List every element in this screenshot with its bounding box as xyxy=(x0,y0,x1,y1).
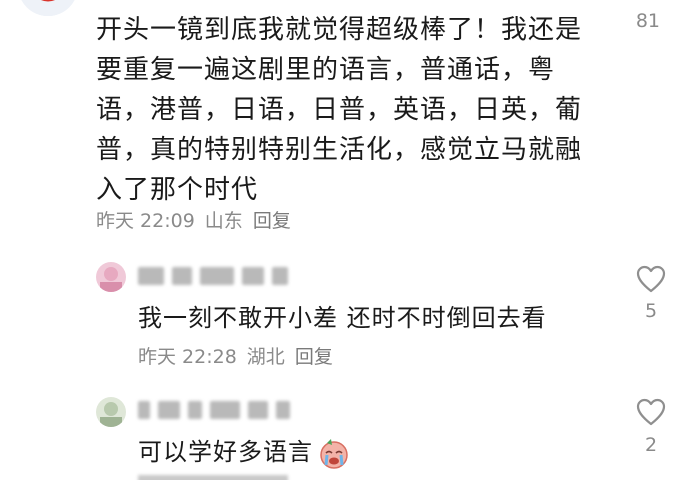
reply-button[interactable]: 回复 xyxy=(253,210,291,232)
reply-button[interactable]: 回复 xyxy=(295,346,333,368)
reply-text-content: 可以学好多语言 xyxy=(138,438,313,466)
reply-location: 湖北 xyxy=(246,346,285,368)
commenter-avatar[interactable] xyxy=(18,0,78,16)
reply-avatar[interactable] xyxy=(96,262,126,292)
reply-username-blurred xyxy=(138,397,290,423)
reply-username-blurred xyxy=(138,263,288,289)
reply-avatar[interactable] xyxy=(96,397,126,427)
reply-like-count: 2 xyxy=(644,434,658,456)
heart-outline-icon[interactable] xyxy=(636,265,666,293)
comment-location: 山东 xyxy=(204,210,243,232)
crying-face-emoji-icon xyxy=(317,437,351,469)
reply-text: 可以学好多语言 xyxy=(138,432,351,469)
reply-like-count: 5 xyxy=(644,300,658,322)
main-comment-meta: 昨天 22:09 山东 回复 xyxy=(96,206,301,233)
comment-time: 昨天 22:09 xyxy=(96,210,195,232)
heart-outline-icon[interactable] xyxy=(636,398,666,426)
main-comment-text: 开头一镜到底我就觉得超级棒了！我还是要重复一遍这剧里的语言，普通话，粤语，港普，… xyxy=(96,15,583,205)
reply-text: 我一刻不敢开小差 还时不时倒回去看 xyxy=(138,304,547,332)
main-comment-like-count: 81 xyxy=(635,10,660,32)
reply-meta: 昨天 22:28 湖北 回复 xyxy=(138,342,343,369)
comment-thread: 开头一镜到底我就觉得超级棒了！我还是要重复一遍这剧里的语言，普通话，粤语，港普，… xyxy=(0,0,690,480)
reply-time: 昨天 22:28 xyxy=(138,346,237,368)
reply-meta-cutoff xyxy=(138,470,298,480)
